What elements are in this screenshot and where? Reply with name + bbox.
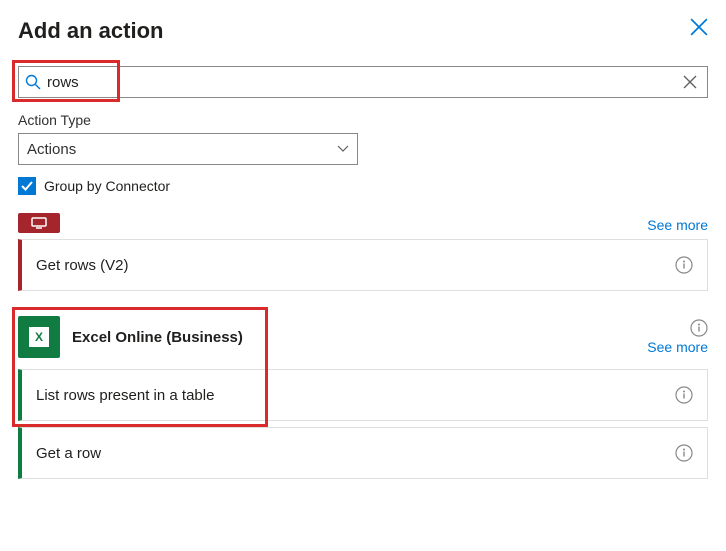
group-by-connector-label: Group by Connector [44,178,170,194]
monitor-icon [31,217,47,229]
search-box[interactable] [18,66,708,98]
action-list-rows-in-table[interactable]: List rows present in a table [18,369,708,421]
close-icon[interactable] [690,18,708,36]
info-icon[interactable] [675,444,693,462]
connector-name: Excel Online (Business) [72,329,243,346]
see-more-link[interactable]: See more [647,217,708,233]
action-type-select[interactable]: Actions [18,133,358,165]
action-label: Get a row [36,445,101,462]
action-type-label: Action Type [18,112,708,128]
excel-connector-icon: X [18,316,60,358]
page-title: Add an action [18,18,163,44]
checkmark-icon [21,180,33,192]
connector-icon [18,213,60,233]
group-by-connector-checkbox[interactable] [18,177,36,195]
clear-search-icon[interactable] [683,75,697,89]
info-icon[interactable] [675,386,693,404]
search-input[interactable] [47,74,673,91]
search-icon [25,74,41,90]
see-more-link[interactable]: See more [647,339,708,355]
info-icon[interactable] [690,319,708,337]
chevron-down-icon [337,143,349,155]
action-type-value: Actions [27,141,76,158]
action-get-rows-v2[interactable]: Get rows (V2) [18,239,708,291]
action-label: Get rows (V2) [36,257,129,274]
info-icon[interactable] [675,256,693,274]
action-get-a-row[interactable]: Get a row [18,427,708,479]
action-label: List rows present in a table [36,387,214,404]
